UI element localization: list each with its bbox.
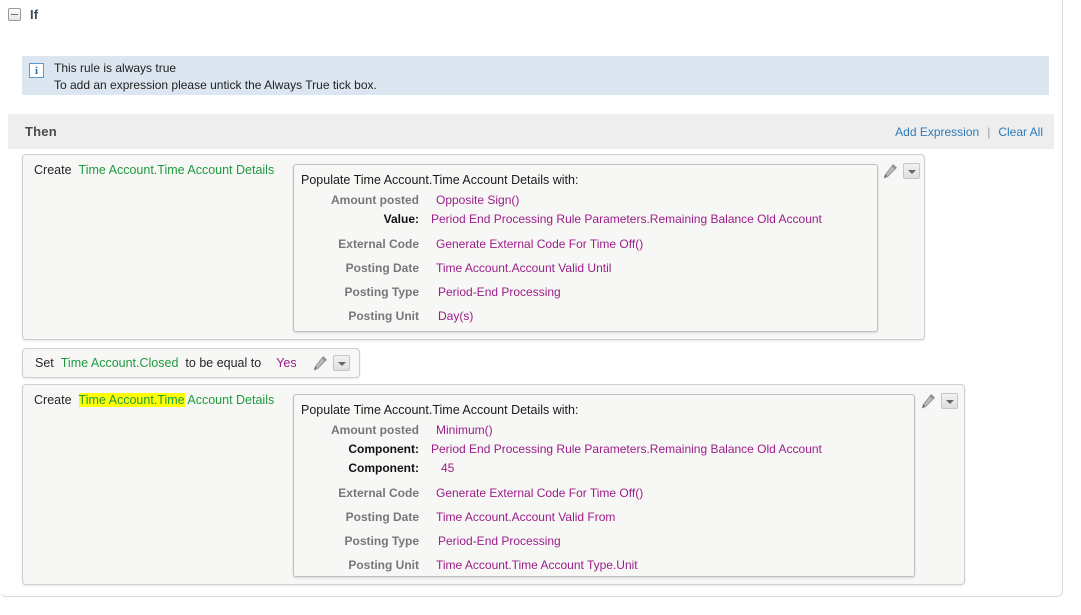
property-row: Posting Unit Time Account.Time Account T… — [301, 551, 905, 575]
minus-box-icon[interactable] — [8, 8, 21, 21]
chevron-down-icon[interactable] — [941, 393, 958, 409]
set-keyword: Set — [35, 356, 54, 370]
action-card-create-1[interactable]: Create Time Account.Time Account Details… — [22, 154, 925, 340]
populate-title-2: Populate Time Account.Time Account Detai… — [301, 403, 579, 417]
property-value[interactable]: Generate External Code For Time Off() — [419, 478, 905, 503]
property-label: Posting Unit — [348, 309, 419, 323]
create-statement-2: Create Time Account.Time Account Details — [34, 393, 274, 407]
property-row: External Code Generate External Code For… — [301, 478, 905, 503]
set-entity[interactable]: Time Account.Closed — [61, 356, 179, 370]
action-controls-2 — [920, 393, 958, 409]
property-value[interactable]: Day(s) — [419, 302, 868, 326]
property-row: Posting Type Period-End Processing — [301, 278, 868, 302]
property-sub-label: Component: — [348, 442, 419, 456]
property-label: Amount posted — [331, 193, 419, 207]
property-label: Amount posted — [331, 423, 419, 437]
clear-all-link[interactable]: Clear All — [998, 125, 1043, 139]
info-line-2: To add an expression please untick the A… — [54, 77, 377, 92]
property-sub-label: Value: — [383, 212, 419, 226]
property-label: Posting Type — [344, 534, 419, 548]
pencil-icon[interactable] — [312, 355, 328, 371]
add-expression-link[interactable]: Add Expression — [895, 125, 979, 139]
property-row: Posting Date Time Account.Account Valid … — [301, 503, 905, 527]
property-value[interactable]: Period-End Processing — [419, 278, 868, 302]
action-card-set[interactable]: Set Time Account.Closed to be equal to Y… — [22, 348, 360, 378]
info-icon: i — [29, 63, 44, 78]
pencil-icon[interactable] — [882, 163, 898, 179]
action-controls-set — [312, 355, 350, 371]
entity-rest-part: Account Details — [184, 393, 275, 407]
property-value[interactable]: Period-End Processing — [419, 527, 905, 551]
action-card-create-2[interactable]: Create Time Account.Time Account Details… — [22, 384, 965, 585]
property-label: External Code — [338, 486, 419, 500]
then-label: Then — [25, 124, 57, 139]
populate-properties-1: Amount posted Opposite Sign() Value: Per… — [301, 191, 868, 326]
then-section-header: Then Add Expression | Clear All — [8, 114, 1054, 149]
rule-editor-page: If i This rule is always true To add an … — [0, 0, 1081, 615]
property-row: Amount posted Minimum() — [301, 421, 905, 440]
info-message-box: i This rule is always true To add an exp… — [22, 56, 1049, 95]
property-value[interactable]: Time Account.Time Account Type.Unit — [419, 551, 905, 575]
populate-title-1: Populate Time Account.Time Account Detai… — [301, 173, 579, 187]
info-line-1: This rule is always true — [54, 61, 177, 75]
set-operator: to be equal to — [185, 356, 262, 370]
create-entity-1[interactable]: Time Account.Time Account Details — [79, 163, 275, 177]
property-value[interactable]: Time Account.Account Valid From — [419, 503, 905, 527]
rule-container: If i This rule is always true To add an … — [0, 0, 1063, 597]
create-keyword-1: Create — [34, 163, 72, 177]
property-row: Component: Period End Processing Rule Pa… — [301, 440, 905, 459]
info-message-text: This rule is always true To add an expre… — [54, 60, 377, 93]
property-value[interactable]: Time Account.Account Valid Until — [419, 254, 868, 278]
property-row: Posting Date Time Account.Account Valid … — [301, 254, 868, 278]
action-controls-1 — [882, 163, 920, 179]
action-separator: | — [987, 125, 991, 139]
then-header-actions: Add Expression | Clear All — [895, 125, 1043, 139]
property-sub-value[interactable]: Period End Processing Rule Parameters.Re… — [419, 440, 905, 459]
entity-highlighted-part: Time Account.Time — [78, 393, 185, 407]
property-row: Posting Type Period-End Processing — [301, 527, 905, 551]
if-section-header: If — [8, 7, 38, 22]
property-row: External Code Generate External Code For… — [301, 229, 868, 254]
property-row: Value: Period End Processing Rule Parame… — [301, 210, 868, 229]
property-label: Posting Date — [345, 261, 419, 275]
populate-panel-1: Populate Time Account.Time Account Detai… — [293, 164, 878, 332]
property-sub-value[interactable]: Period End Processing Rule Parameters.Re… — [419, 210, 868, 229]
property-row: Component: 45 — [301, 459, 905, 478]
pencil-icon[interactable] — [920, 393, 936, 409]
property-label: External Code — [338, 237, 419, 251]
create-entity-2[interactable]: Time Account.Time Account Details — [78, 393, 275, 407]
chevron-down-icon[interactable] — [332, 355, 350, 371]
chevron-down-icon[interactable] — [903, 163, 920, 179]
populate-panel-2: Populate Time Account.Time Account Detai… — [293, 394, 915, 577]
property-label: Posting Date — [345, 510, 419, 524]
set-value[interactable]: Yes — [276, 356, 296, 370]
property-label: Posting Unit — [348, 558, 419, 572]
property-sub-label: Component: — [348, 461, 419, 475]
create-keyword-2: Create — [34, 393, 72, 407]
property-label: Posting Type — [344, 285, 419, 299]
populate-properties-2: Amount posted Minimum() Component: Perio… — [301, 421, 905, 575]
property-row: Posting Unit Day(s) — [301, 302, 868, 326]
if-label: If — [30, 7, 39, 22]
property-row: Amount posted Opposite Sign() — [301, 191, 868, 210]
property-value[interactable]: Generate External Code For Time Off() — [419, 229, 868, 254]
property-value[interactable]: Opposite Sign() — [419, 191, 868, 210]
property-value[interactable]: Minimum() — [419, 421, 905, 440]
create-statement-1: Create Time Account.Time Account Details — [34, 163, 274, 177]
property-sub-value[interactable]: 45 — [419, 459, 905, 478]
